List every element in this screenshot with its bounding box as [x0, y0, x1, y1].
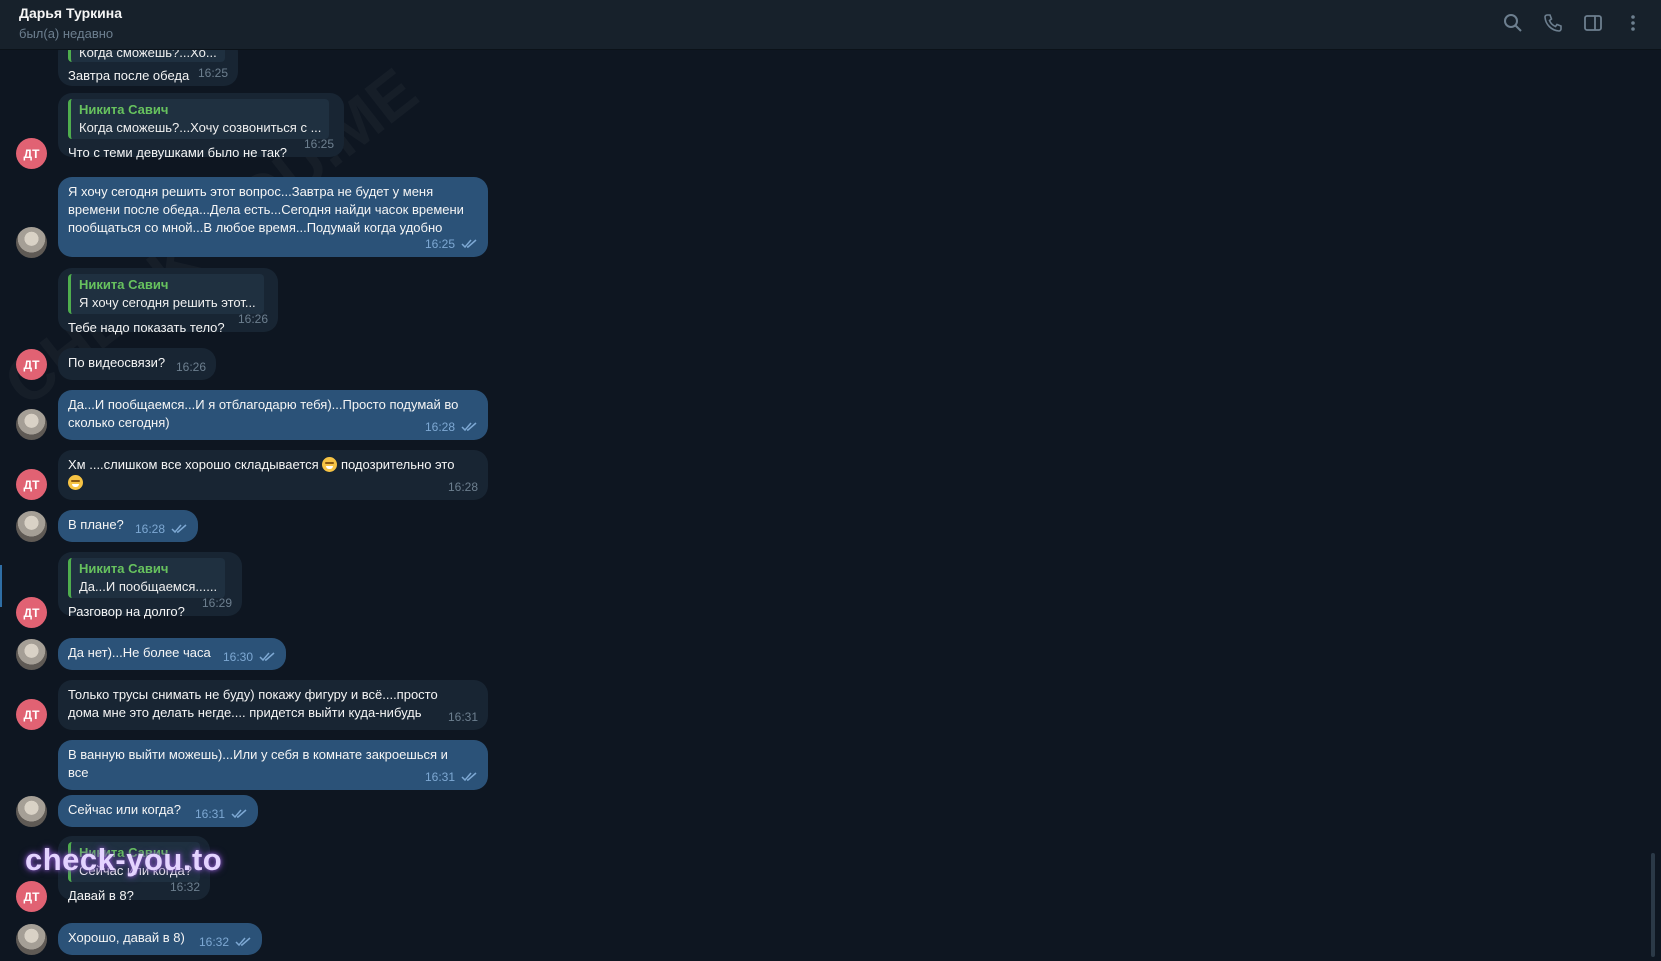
message-time-label: 16:28 [424, 420, 455, 434]
message-time: 16:30 [223, 648, 276, 666]
message-time-label: 16:31 [424, 770, 455, 784]
message-incoming[interactable]: По видеосвязи? 16:26 [58, 348, 216, 380]
double-check-icon [461, 239, 477, 249]
double-check-icon [231, 809, 247, 819]
scrollbar-thumb[interactable] [1651, 853, 1655, 957]
message-text-part: подозрительно это [340, 457, 455, 472]
reply-quote[interactable]: Когда сможешь?...Хо... [68, 50, 225, 62]
message-time: 16:32 [169, 880, 200, 894]
avatar[interactable] [16, 227, 47, 258]
message-time: 16:25 [303, 137, 334, 151]
message-text: Что с теми девушками было не так? [68, 145, 287, 160]
watermark: check-you.to [25, 842, 223, 877]
message-time: 16:32 [199, 933, 252, 951]
contact-status: был(а) недавно [19, 26, 114, 41]
reply-quote-text: Я хочу сегодня решить этот... [79, 295, 256, 310]
message-time: 16:28 [135, 520, 188, 538]
reply-quote-text: Да...И пообщаемся...... [79, 579, 218, 594]
avatar[interactable]: ДТ [16, 469, 47, 500]
message-time: 16:25 [197, 66, 228, 80]
avatar[interactable] [16, 796, 47, 827]
message-outgoing[interactable]: Сейчас или когда? 16:31 [58, 795, 258, 827]
message-outgoing[interactable]: Да нет)...Не более часа 16:30 [58, 638, 286, 670]
message-text: Я хочу сегодня решить этот вопрос...Завт… [68, 184, 464, 235]
message-time: 16:26 [175, 360, 206, 374]
grimacing-emoji-icon [68, 475, 83, 490]
avatar[interactable] [16, 409, 47, 440]
reply-quote-text: Когда сможешь?...Хочу созвониться с ... [79, 120, 322, 135]
message-text: В ванную выйти можешь)...Или у себя в ко… [68, 747, 448, 780]
reply-quote-author: Никита Савич [79, 102, 169, 117]
message-time-label: 16:25 [424, 237, 455, 251]
message-time-label: 16:30 [222, 650, 253, 664]
message-list[interactable]: Когда сможешь?...Хо... Завтра после обед… [0, 50, 1648, 961]
message-text: Хм ....слишком все хорошо складывается п… [68, 456, 478, 492]
message-outgoing[interactable]: Я хочу сегодня решить этот вопрос...Завт… [58, 177, 488, 257]
reply-quote[interactable]: Никита Савич Когда сможешь?...Хочу созво… [68, 99, 330, 139]
scrollbar[interactable] [1651, 50, 1655, 961]
reply-quote-author: Никита Савич [79, 561, 169, 576]
message-time: 16:31 [425, 768, 478, 786]
grimacing-emoji-icon [322, 457, 338, 472]
message-incoming[interactable]: Никита Савич Я хочу сегодня решить этот.… [58, 268, 278, 335]
double-check-icon [171, 524, 187, 534]
message-incoming[interactable]: Никита Савич Да...И пообщаемся...... Раз… [58, 552, 242, 619]
message-time: 16:28 [425, 418, 478, 436]
message-outgoing[interactable]: Хорошо, давай в 8) 16:32 [58, 923, 262, 955]
sidebar-toggle-icon[interactable] [1581, 11, 1605, 35]
avatar[interactable]: ДТ [16, 597, 47, 628]
avatar[interactable]: ДТ [16, 349, 47, 380]
message-time-label: 16:31 [194, 807, 225, 821]
message-incoming[interactable]: Только трусы снимать не буду) покажу фиг… [58, 680, 488, 730]
search-icon[interactable] [1501, 11, 1525, 35]
more-menu-icon[interactable] [1621, 11, 1645, 35]
message-outgoing[interactable]: Да...И пообщаемся...И я отблагодарю тебя… [58, 390, 488, 440]
message-time: 16:29 [201, 596, 232, 610]
reply-quote[interactable]: Никита Савич Я хочу сегодня решить этот.… [68, 274, 264, 314]
avatar[interactable] [16, 511, 47, 542]
reply-quote[interactable]: Никита Савич Да...И пообщаемся...... [68, 558, 226, 598]
message-incoming[interactable]: Хм ....слишком все хорошо складывается п… [58, 450, 488, 500]
double-check-icon [461, 422, 477, 432]
chat-header: Дарья Туркина был(а) недавно [0, 0, 1661, 50]
message-outgoing[interactable]: В плане? 16:28 [58, 510, 198, 542]
avatar[interactable]: ДТ [16, 699, 47, 730]
message-text: Только трусы снимать не буду) покажу фиг… [68, 687, 438, 720]
message-time: 16:25 [425, 235, 478, 253]
avatar[interactable] [16, 639, 47, 670]
message-text-part: Хм ....слишком все хорошо складывается [68, 457, 319, 472]
message-time: 16:31 [447, 710, 478, 724]
message-time-label: 16:28 [134, 522, 165, 536]
message-time: 16:28 [447, 480, 478, 494]
phone-icon[interactable] [1541, 11, 1565, 35]
message-time-label: 16:32 [198, 935, 229, 949]
message-text: Да...И пообщаемся...И я отблагодарю тебя… [68, 397, 459, 430]
contact-name[interactable]: Дарья Туркина [19, 5, 122, 21]
avatar[interactable] [16, 924, 47, 955]
message-incoming[interactable]: Когда сможешь?...Хо... Завтра после обед… [58, 50, 238, 86]
double-check-icon [235, 937, 251, 947]
avatar[interactable]: ДТ [16, 138, 47, 169]
message-time: 16:31 [195, 805, 248, 823]
message-time: 16:26 [237, 312, 268, 326]
message-incoming[interactable]: Никита Савич Когда сможешь?...Хочу созво… [58, 93, 344, 160]
reply-quote-text: Когда сможешь?...Хо... [79, 50, 217, 60]
avatar[interactable]: ДТ [16, 881, 47, 912]
message-outgoing[interactable]: В ванную выйти можешь)...Или у себя в ко… [58, 740, 488, 790]
header-actions [1501, 0, 1661, 46]
reply-quote-author: Никита Савич [79, 277, 169, 292]
double-check-icon [461, 772, 477, 782]
double-check-icon [259, 652, 275, 662]
